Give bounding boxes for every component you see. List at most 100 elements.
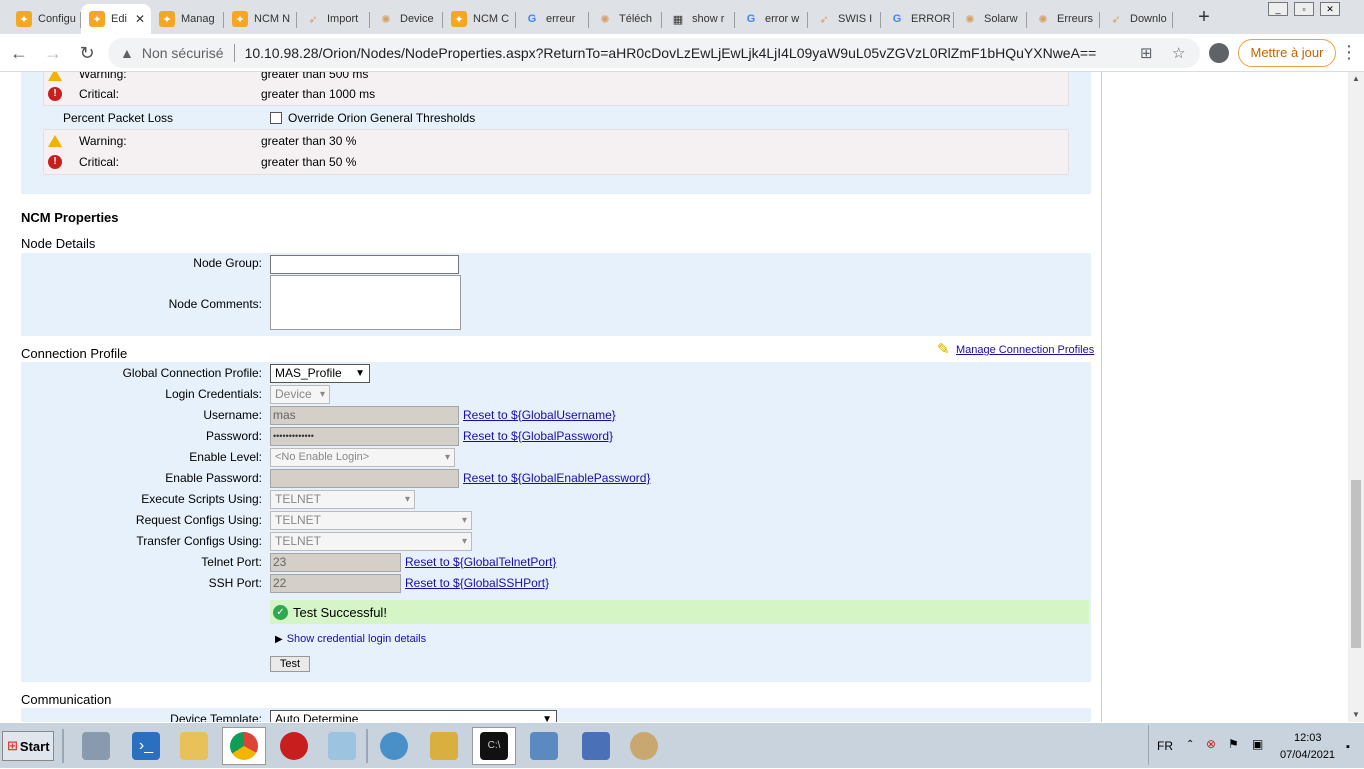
show-desktop-icon[interactable]: ▪ [1346, 741, 1350, 753]
response-critical-value: greater than 1000 ms [261, 87, 376, 101]
browser-tab[interactable]: ✺ Solarw [954, 4, 1027, 34]
expand-triangle-icon[interactable]: ▶ [275, 634, 283, 645]
browser-tab[interactable]: G ERROR [881, 4, 954, 34]
network-error-icon[interactable]: ⊗ [1206, 737, 1216, 751]
right-side-panel [1101, 72, 1348, 722]
ncm-properties-title: NCM Properties [21, 210, 119, 225]
close-tab-icon[interactable]: ✕ [135, 12, 145, 26]
powershell-icon[interactable]: ›_ [124, 727, 168, 765]
new-tab-button[interactable]: + [1194, 6, 1214, 29]
display-icon[interactable]: ▣ [1252, 737, 1263, 751]
browser-tab[interactable]: ✺ Téléch [589, 4, 662, 34]
test-button[interactable]: Test [270, 656, 310, 672]
device-template-select[interactable]: Auto Determine ▼ [270, 710, 557, 722]
exec-scripts-select[interactable]: TELNET ▾ [270, 490, 415, 509]
stop-app-icon[interactable] [272, 727, 316, 765]
page-content: Warning: greater than 500 ms ! Critical:… [0, 72, 1348, 722]
username-reset-link[interactable]: Reset to ${GlobalUsername} [463, 408, 616, 422]
browser-tab[interactable]: ➶ SWIS I [808, 4, 881, 34]
telnet-port-reset-link[interactable]: Reset to ${GlobalTelnetPort} [405, 555, 556, 569]
scrollbar-thumb[interactable] [1351, 480, 1361, 648]
scroll-down-icon[interactable]: ▼ [1352, 710, 1360, 719]
node-group-input[interactable] [270, 255, 459, 274]
enable-password-input[interactable] [270, 469, 459, 488]
browser-tab[interactable]: ✺ Device [370, 4, 443, 34]
override-thresholds-checkbox[interactable] [270, 112, 282, 124]
telnet-port-input[interactable]: 23 [270, 553, 401, 572]
ssh-port-input[interactable]: 22 [270, 574, 401, 593]
database-tools-icon[interactable] [422, 727, 466, 765]
forward-icon[interactable]: → [42, 42, 64, 64]
language-indicator[interactable]: FR [1157, 739, 1173, 753]
node-comments-label: Node Comments: [168, 297, 262, 311]
show-details-toggle[interactable]: ▶ Show credential login details [275, 629, 426, 649]
browser-tab[interactable]: ✦ Edi ✕ [81, 4, 151, 34]
username-input[interactable]: mas [270, 406, 459, 425]
enable-password-reset-link[interactable]: Reset to ${GlobalEnablePassword} [463, 471, 650, 485]
password-input[interactable]: ••••••••••••• [270, 427, 459, 446]
omnibox[interactable]: ▲ Non sécurisé 10.10.98.28/Orion/Nodes/N… [108, 38, 1200, 68]
translate-icon[interactable]: ⊞ [1140, 44, 1153, 62]
browser-tab[interactable]: ✦ Manag [151, 4, 224, 34]
url-text[interactable]: 10.10.98.28/Orion/Nodes/NodeProperties.a… [245, 45, 1105, 61]
global-profile-select[interactable]: MAS_Profile ▼ [270, 364, 370, 383]
manage-connection-profiles-link[interactable]: Manage Connection Profiles [956, 344, 1094, 356]
node-comments-textarea[interactable] [270, 275, 461, 330]
tray-expand-icon[interactable]: ⌃ [1186, 739, 1194, 750]
profile-avatar-icon[interactable] [1209, 43, 1229, 63]
restore-button[interactable]: ▫ [1294, 2, 1314, 16]
notepad-icon[interactable] [320, 727, 364, 765]
security-label[interactable]: Non sécurisé [142, 45, 224, 61]
windows-logo-icon: ⊞ [7, 738, 18, 753]
browser-tab[interactable]: ✦ Configu [8, 4, 81, 34]
login-credentials-select[interactable]: Device ▾ [270, 385, 330, 404]
scroll-up-icon[interactable]: ▲ [1352, 74, 1360, 83]
tab-label: erreur [546, 13, 576, 25]
browser-tab[interactable]: Gerreur [516, 4, 589, 34]
back-icon[interactable]: ← [8, 42, 30, 64]
remote-desktop-icon[interactable] [574, 727, 618, 765]
solarwinds-icon: ✦ [232, 11, 248, 27]
update-button[interactable]: Mettre à jour [1238, 39, 1336, 67]
ssh-port-reset-link[interactable]: Reset to ${GlobalSSHPort} [405, 576, 549, 590]
browser-tab[interactable]: Gerror w [735, 4, 808, 34]
reload-icon[interactable]: ↻ [76, 42, 98, 64]
file-explorer-icon[interactable] [172, 727, 216, 765]
network-topology-icon[interactable] [372, 727, 416, 765]
solarwinds-icon: ✦ [16, 11, 32, 27]
tab-label: Manag [181, 13, 215, 25]
browser-tab[interactable]: ➶ Import [297, 4, 370, 34]
minimize-button[interactable]: _ [1268, 2, 1288, 16]
transfer-configs-select[interactable]: TELNET ▾ [270, 532, 472, 551]
browser-tab[interactable]: ✦ NCM C [443, 4, 516, 34]
request-configs-select[interactable]: TELNET ▾ [270, 511, 472, 530]
chrome-icon[interactable] [222, 727, 266, 765]
google-icon: G [892, 13, 902, 25]
enable-level-label: Enable Level: [189, 450, 262, 464]
address-bar-area: ← → ↻ ▲ Non sécurisé 10.10.98.28/Orion/N… [0, 34, 1364, 72]
command-prompt-icon[interactable]: C:\ [472, 727, 516, 765]
network-settings-icon[interactable] [522, 727, 566, 765]
clock-date[interactable]: 07/04/2021 [1280, 749, 1335, 761]
menu-kebab-icon[interactable]: ⋮ [1340, 42, 1358, 63]
device-template-label: Device Template: [170, 712, 262, 722]
clock-time[interactable]: 12:03 [1294, 732, 1322, 744]
browser-tab[interactable]: ▦ show r [662, 4, 735, 34]
close-window-button[interactable]: ✕ [1320, 2, 1340, 16]
solarwinds-bird-icon: ➶ [308, 13, 318, 26]
browser-tab[interactable]: ✦ NCM N [224, 4, 297, 34]
flag-icon[interactable]: ⚑ [1228, 737, 1239, 751]
warning-triangle-icon[interactable]: ▲ [120, 45, 134, 61]
taskbar-separator [62, 729, 64, 763]
browser-tab[interactable]: ✺ Erreurs [1027, 4, 1100, 34]
enable-level-select[interactable]: <No Enable Login> ▾ [270, 448, 455, 467]
pencil-icon[interactable]: ✎ [937, 340, 950, 358]
bookmark-star-icon[interactable]: ☆ [1172, 44, 1185, 62]
vertical-scrollbar[interactable]: ▲ ▼ [1348, 72, 1364, 722]
show-details-text[interactable]: Show credential login details [287, 633, 426, 645]
browser-tab[interactable]: ➶ Downlo [1100, 4, 1173, 34]
start-button[interactable]: ⊞ Start [2, 731, 54, 761]
server-manager-icon[interactable] [74, 727, 118, 765]
password-reset-link[interactable]: Reset to ${GlobalPassword} [463, 429, 613, 443]
paint-icon[interactable] [622, 727, 666, 765]
